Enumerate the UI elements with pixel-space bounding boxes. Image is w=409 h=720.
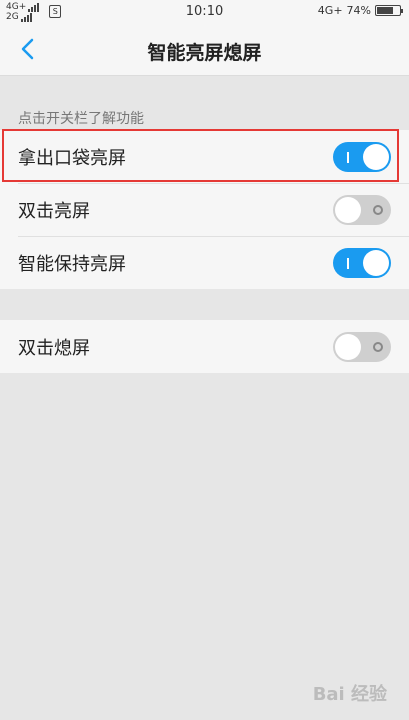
toggle-knob bbox=[335, 333, 361, 360]
setting-row-smart-stay-on[interactable]: 智能保持亮屏 bbox=[0, 236, 409, 289]
setting-label: 双击亮屏 bbox=[18, 200, 90, 222]
settings-group-1: 拿出口袋亮屏 双击亮屏 智能保持亮屏 bbox=[0, 130, 409, 289]
toggle-off-mark-icon bbox=[373, 341, 383, 352]
toggle-knob bbox=[335, 196, 361, 223]
navigation-bar: 智能亮屏熄屏 bbox=[0, 24, 409, 76]
battery-percent: 74% bbox=[346, 4, 371, 17]
toggle-knob bbox=[363, 249, 389, 276]
setting-label: 拿出口袋亮屏 bbox=[18, 147, 126, 169]
network-type-right: 4G+ bbox=[317, 4, 343, 17]
setting-row-double-tap-sleep[interactable]: 双击熄屏 bbox=[0, 320, 409, 373]
section-hint: 点击开关栏了解功能 bbox=[18, 111, 144, 127]
setting-row-pocket-wake[interactable]: 拿出口袋亮屏 bbox=[0, 130, 409, 183]
status-right: 4G+ 74% bbox=[317, 4, 403, 17]
toggle-switch[interactable] bbox=[333, 247, 391, 278]
watermark-logo: Bai 经验 bbox=[312, 684, 387, 705]
toggle-switch[interactable] bbox=[333, 331, 391, 362]
toggle-knob bbox=[363, 143, 389, 170]
setting-label: 双击熄屏 bbox=[18, 337, 90, 359]
setting-row-double-tap-wake[interactable]: 双击亮屏 bbox=[0, 183, 409, 236]
toggle-switch[interactable] bbox=[333, 141, 391, 172]
toggle-on-mark-icon bbox=[347, 151, 349, 163]
toggle-on-mark-icon bbox=[347, 257, 349, 269]
setting-label: 智能保持亮屏 bbox=[18, 253, 126, 275]
battery-icon bbox=[375, 5, 403, 16]
toggle-off-mark-icon bbox=[373, 204, 383, 215]
toggle-switch[interactable] bbox=[333, 194, 391, 225]
status-bar: 4G+ 2G S 10:10 4G+ 74% bbox=[0, 0, 409, 24]
settings-group-2: 双击熄屏 bbox=[0, 320, 409, 373]
page-title: 智能亮屏熄屏 bbox=[147, 42, 262, 64]
